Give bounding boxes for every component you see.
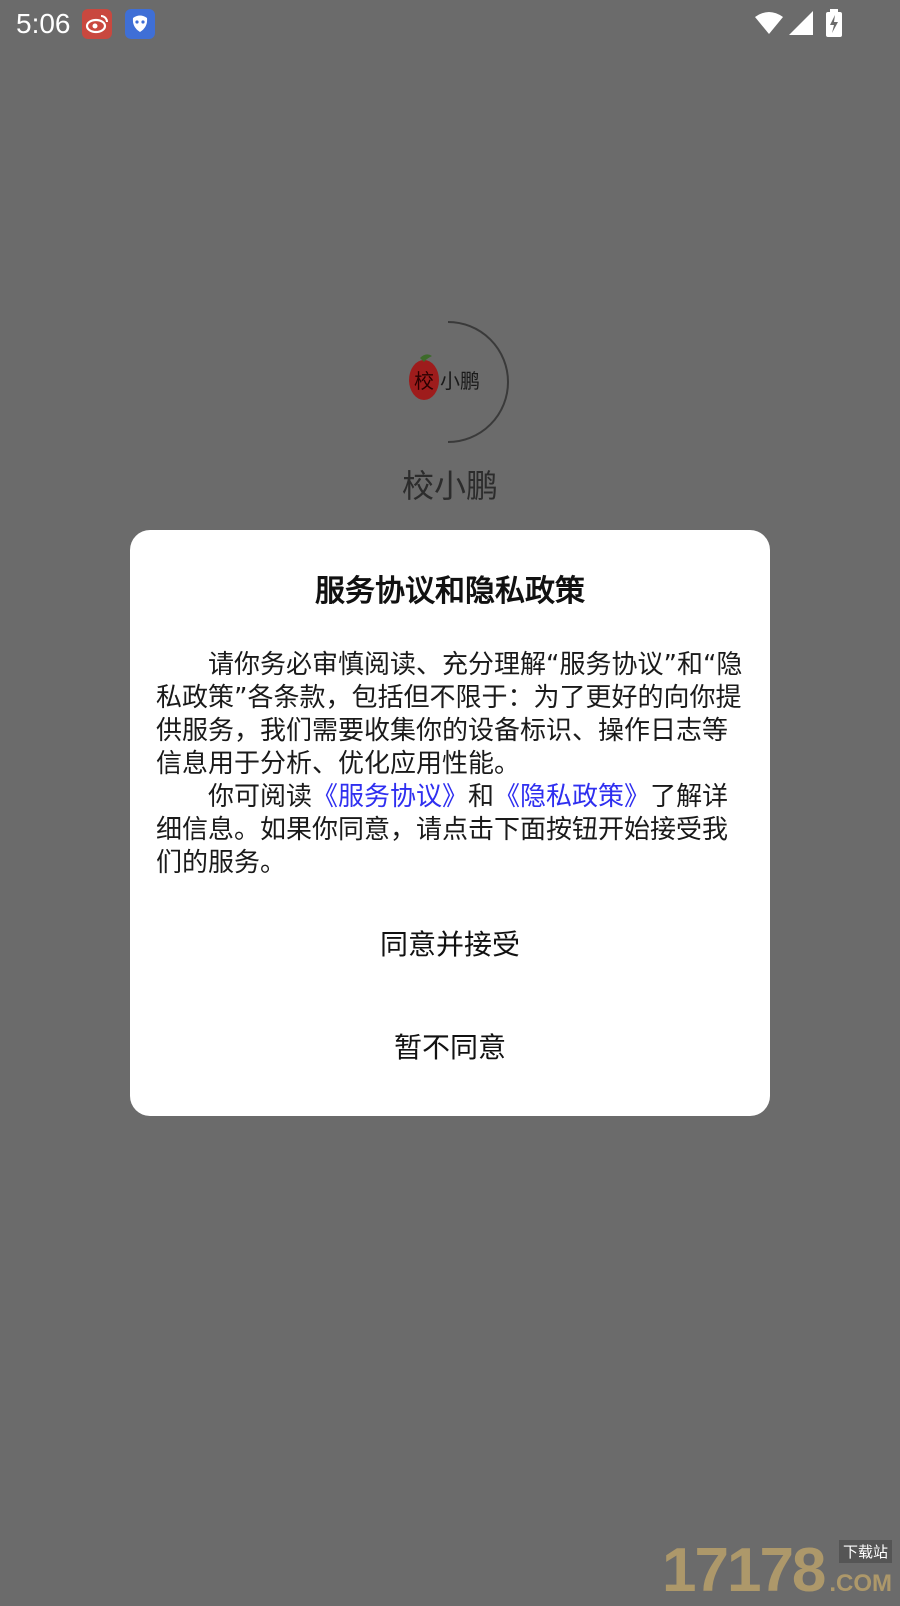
status-time: 5:06 — [16, 8, 71, 39]
status-bar: 5:06 — [0, 0, 900, 48]
dialog-title: 服务协议和隐私政策 — [315, 574, 585, 609]
paragraph2-prefix: 你可阅读 — [208, 782, 313, 812]
watermark-suffix: .COM — [829, 1570, 892, 1597]
weibo-icon — [82, 9, 112, 39]
privacy-policy-link[interactable]: 《隐私政策》 — [494, 782, 650, 812]
svg-text:校: 校 — [414, 369, 434, 393]
agree-button[interactable]: 同意并接受 — [130, 910, 770, 980]
paragraph2-and: 和 — [468, 782, 495, 812]
service-agreement-link[interactable]: 《服务协议》 — [312, 782, 468, 812]
watermark: 17178 下载站 .COM — [662, 1534, 892, 1605]
watermark-tag: 下载站 — [838, 1540, 892, 1563]
app-logo: 校 小鹏 — [398, 318, 518, 448]
signal-icon — [789, 11, 813, 35]
agreement-paragraph: 请你务必审慎阅读、充分理解“服务协议”和“隐私政策”各条款，包括但不限于：为了更… — [156, 650, 743, 779]
wifi-icon — [755, 12, 783, 34]
dialog-body: 请你务必审慎阅读、充分理解“服务协议”和“隐私政策”各条款，包括但不限于：为了更… — [156, 649, 744, 880]
app-name: 校小鹏 — [401, 467, 498, 505]
svg-text:小鹏: 小鹏 — [440, 369, 480, 393]
battery-charging-icon — [826, 9, 842, 37]
read-links-paragraph: 你可阅读《服务协议》和《隐私政策》了解详细信息。如果你同意，请点击下面按钮开始接… — [156, 781, 744, 880]
disagree-button[interactable]: 暂不同意 — [130, 1013, 770, 1083]
watermark-number: 17178 — [662, 1536, 826, 1605]
bird-app-icon — [125, 9, 155, 39]
